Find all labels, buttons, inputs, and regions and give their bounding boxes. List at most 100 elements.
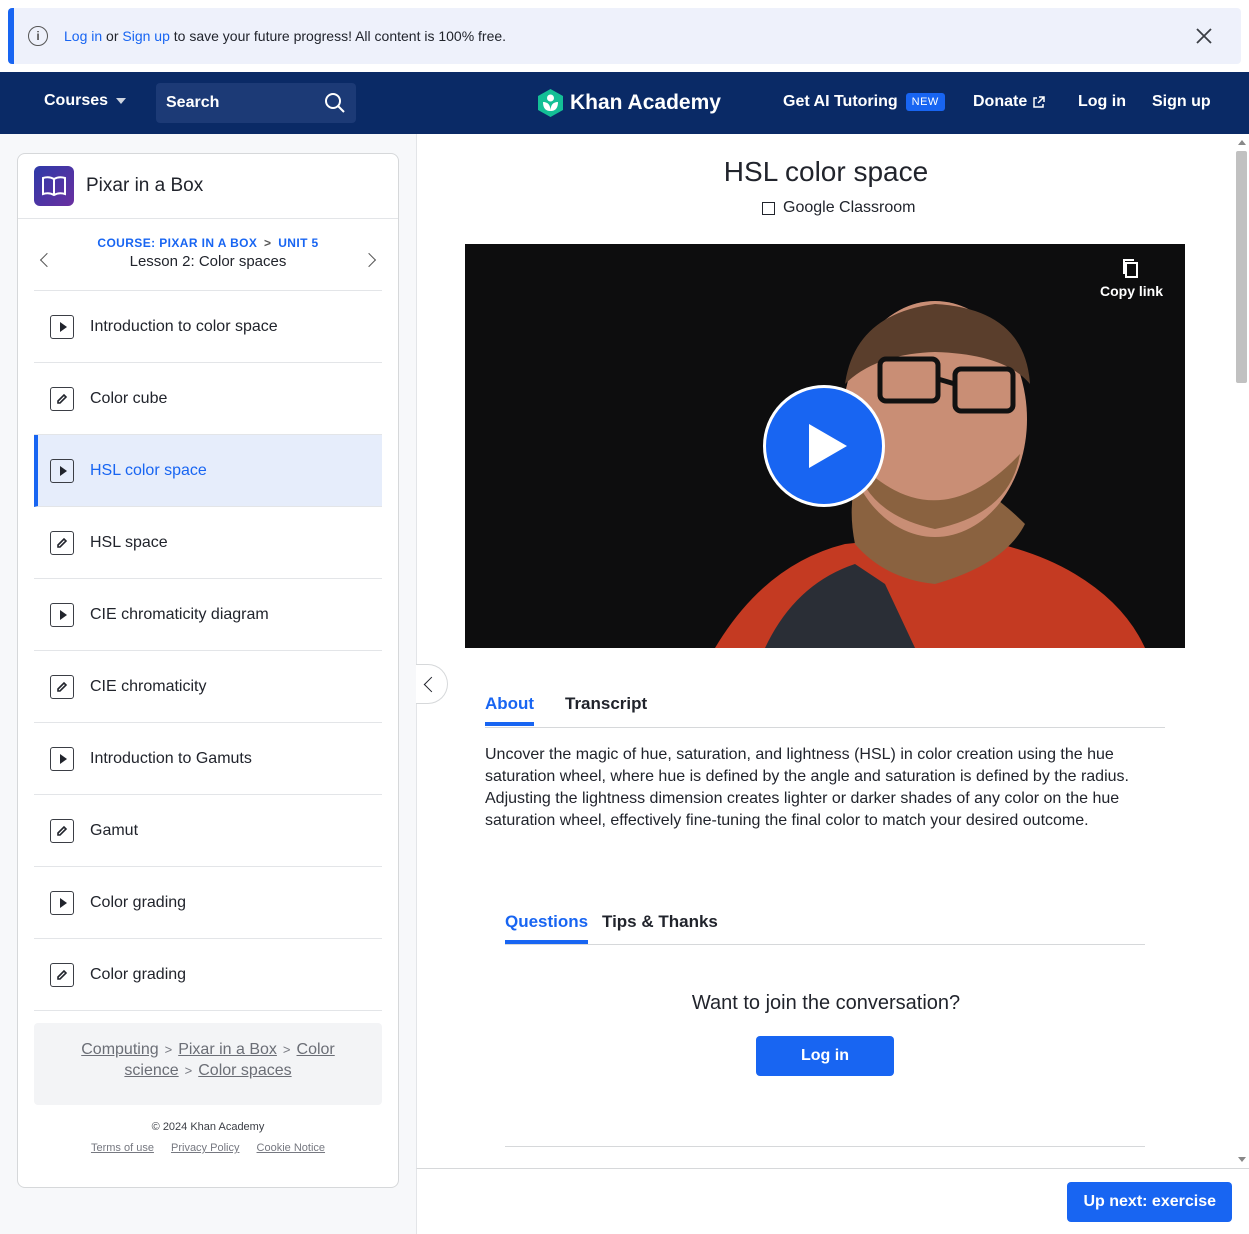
new-badge: NEW	[905, 93, 945, 111]
up-next-button[interactable]: Up next: exercise	[1067, 1182, 1232, 1222]
search-label: Search	[166, 94, 220, 111]
breadcrumb-separator: >	[282, 1042, 291, 1057]
google-classroom-button[interactable]: Google Classroom	[762, 199, 916, 217]
pencil-icon	[50, 530, 74, 555]
tab-transcript[interactable]: Transcript	[565, 694, 647, 714]
pencil-icon	[50, 962, 74, 987]
close-icon[interactable]	[1193, 25, 1215, 47]
external-link-icon	[1033, 95, 1045, 108]
tab-questions[interactable]: Questions	[505, 912, 589, 944]
breadcrumb-color[interactable]: Color	[297, 1041, 335, 1058]
book-icon	[34, 166, 74, 206]
play-icon	[809, 424, 847, 468]
courses-menu-button[interactable]: Courses	[44, 92, 127, 110]
banner-or-text: or	[102, 28, 123, 44]
collapse-sidebar-button[interactable]	[416, 664, 448, 704]
list-item[interactable]: Gamut	[34, 795, 382, 867]
video-icon	[50, 746, 74, 771]
scroll-up-arrow[interactable]	[1238, 140, 1246, 145]
tab-about[interactable]: About	[485, 694, 535, 726]
ai-tutoring-label: Get AI Tutoring	[783, 93, 898, 110]
list-item[interactable]: CIE chromaticity	[34, 651, 382, 723]
scrollbar[interactable]	[1234, 134, 1249, 1168]
donate-label: Donate	[973, 93, 1028, 110]
item-label: Color cube	[90, 389, 168, 407]
item-label: CIE chromaticity	[90, 677, 207, 695]
course-sidebar: Pixar in a Box COURSE: PIXAR IN A BOX > …	[17, 153, 399, 1188]
lesson-breadcrumb: COURSE: PIXAR IN A BOX > UNIT 5	[34, 219, 382, 250]
cookie-link[interactable]: Cookie Notice	[257, 1142, 325, 1154]
khan-logo-icon	[538, 89, 563, 117]
video-icon	[50, 602, 74, 627]
item-label: HSL space	[90, 533, 168, 551]
lesson-item-list: Introduction to color space Color cube H…	[34, 291, 382, 1011]
video-icon	[50, 314, 74, 339]
breadcrumb-pixar[interactable]: Pixar in a Box	[178, 1041, 277, 1058]
header-login-link[interactable]: Log in	[1078, 93, 1126, 111]
signup-banner: i Log in or Sign up to save your future …	[8, 8, 1241, 64]
courses-label: Courses	[44, 92, 109, 109]
list-item[interactable]: Color grading	[34, 867, 382, 939]
terms-link[interactable]: Terms of use	[91, 1142, 154, 1154]
pencil-icon	[50, 818, 74, 843]
list-item[interactable]: HSL space	[34, 507, 382, 579]
banner-message-text: to save your future progress! All conten…	[169, 28, 507, 44]
search-input[interactable]: Search	[156, 83, 356, 123]
video-icon	[50, 890, 74, 915]
login-button[interactable]: Log in	[756, 1036, 894, 1076]
lesson-title: Lesson 2: Color spaces	[129, 253, 287, 270]
play-button[interactable]	[763, 385, 885, 507]
list-item[interactable]: Introduction to color space	[34, 291, 382, 363]
khan-academy-logo[interactable]: Khan Academy	[537, 88, 721, 118]
content-tabs: About Transcript	[485, 682, 1165, 728]
banner-signup-link[interactable]: Sign up	[122, 28, 169, 44]
google-classroom-icon	[762, 201, 775, 215]
breadcrumb-separator: >	[184, 1063, 193, 1078]
list-item[interactable]: Color cube	[34, 363, 382, 435]
info-icon: i	[28, 26, 48, 46]
scroll-down-arrow[interactable]	[1238, 1157, 1246, 1162]
search-icon	[324, 92, 346, 119]
chevron-left-icon	[423, 676, 440, 693]
item-label: Gamut	[90, 821, 139, 839]
sidebar-footer: © 2024 Khan Academy Terms of use Privacy…	[18, 1105, 398, 1154]
list-item[interactable]: CIE chromaticity diagram	[34, 579, 382, 651]
divider	[505, 1146, 1145, 1147]
video-player[interactable]: Copy link	[465, 244, 1185, 648]
page-title: HSL color space	[723, 156, 929, 187]
breadcrumb: Computing > Pixar in a Box > Color science > Co…	[34, 1023, 382, 1105]
copy-link-label: Copy link	[1099, 283, 1163, 299]
crumb-separator: >	[264, 236, 272, 250]
main-content: HSL color space Google Classroom Copy li…	[416, 134, 1234, 1168]
pencil-icon	[50, 386, 74, 411]
copy-link-button[interactable]: Copy link	[1100, 258, 1163, 299]
scrollbar-thumb[interactable]	[1236, 151, 1247, 383]
header-signup-link[interactable]: Sign up	[1152, 93, 1211, 111]
tab-tips-thanks[interactable]: Tips & Thanks	[602, 912, 718, 932]
list-item[interactable]: Color grading	[34, 939, 382, 1011]
item-label: Color grading	[90, 965, 187, 983]
list-item[interactable]: HSL color space	[34, 435, 382, 507]
breadcrumb-computing[interactable]: Computing	[81, 1041, 158, 1058]
item-label: HSL color space	[90, 461, 207, 479]
top-nav: Courses Search Khan Academy Get AI Tutor…	[0, 72, 1249, 134]
crumb-course-link[interactable]: COURSE: PIXAR IN A BOX	[97, 236, 257, 250]
chevron-down-icon	[116, 98, 127, 104]
ai-tutoring-link[interactable]: Get AI Tutoring NEW	[783, 93, 945, 111]
video-description: Uncover the magic of hue, saturation, an…	[485, 746, 1129, 829]
banner-message: Log in or Sign up to save your future pr…	[64, 28, 506, 44]
list-item[interactable]: Introduction to Gamuts	[34, 723, 382, 795]
banner-login-link[interactable]: Log in	[64, 28, 102, 44]
google-classroom-label: Google Classroom	[783, 199, 916, 216]
discussion-tabs: Questions Tips & Thanks	[505, 900, 1145, 945]
lesson-navigator: COURSE: PIXAR IN A BOX > UNIT 5 Lesson 2…	[34, 219, 382, 291]
footer-links: Terms of use Privacy Policy Cookie Notic…	[18, 1142, 398, 1154]
breadcrumb-color-spaces[interactable]: Color spaces	[198, 1062, 291, 1079]
copy-icon	[1123, 259, 1139, 278]
video-icon	[50, 458, 74, 483]
course-title[interactable]: Pixar in a Box	[86, 175, 203, 197]
donate-link[interactable]: Donate	[973, 93, 1045, 111]
privacy-link[interactable]: Privacy Policy	[171, 1142, 239, 1154]
crumb-unit-link[interactable]: UNIT 5	[278, 236, 318, 250]
breadcrumb-science[interactable]: science	[124, 1062, 178, 1079]
